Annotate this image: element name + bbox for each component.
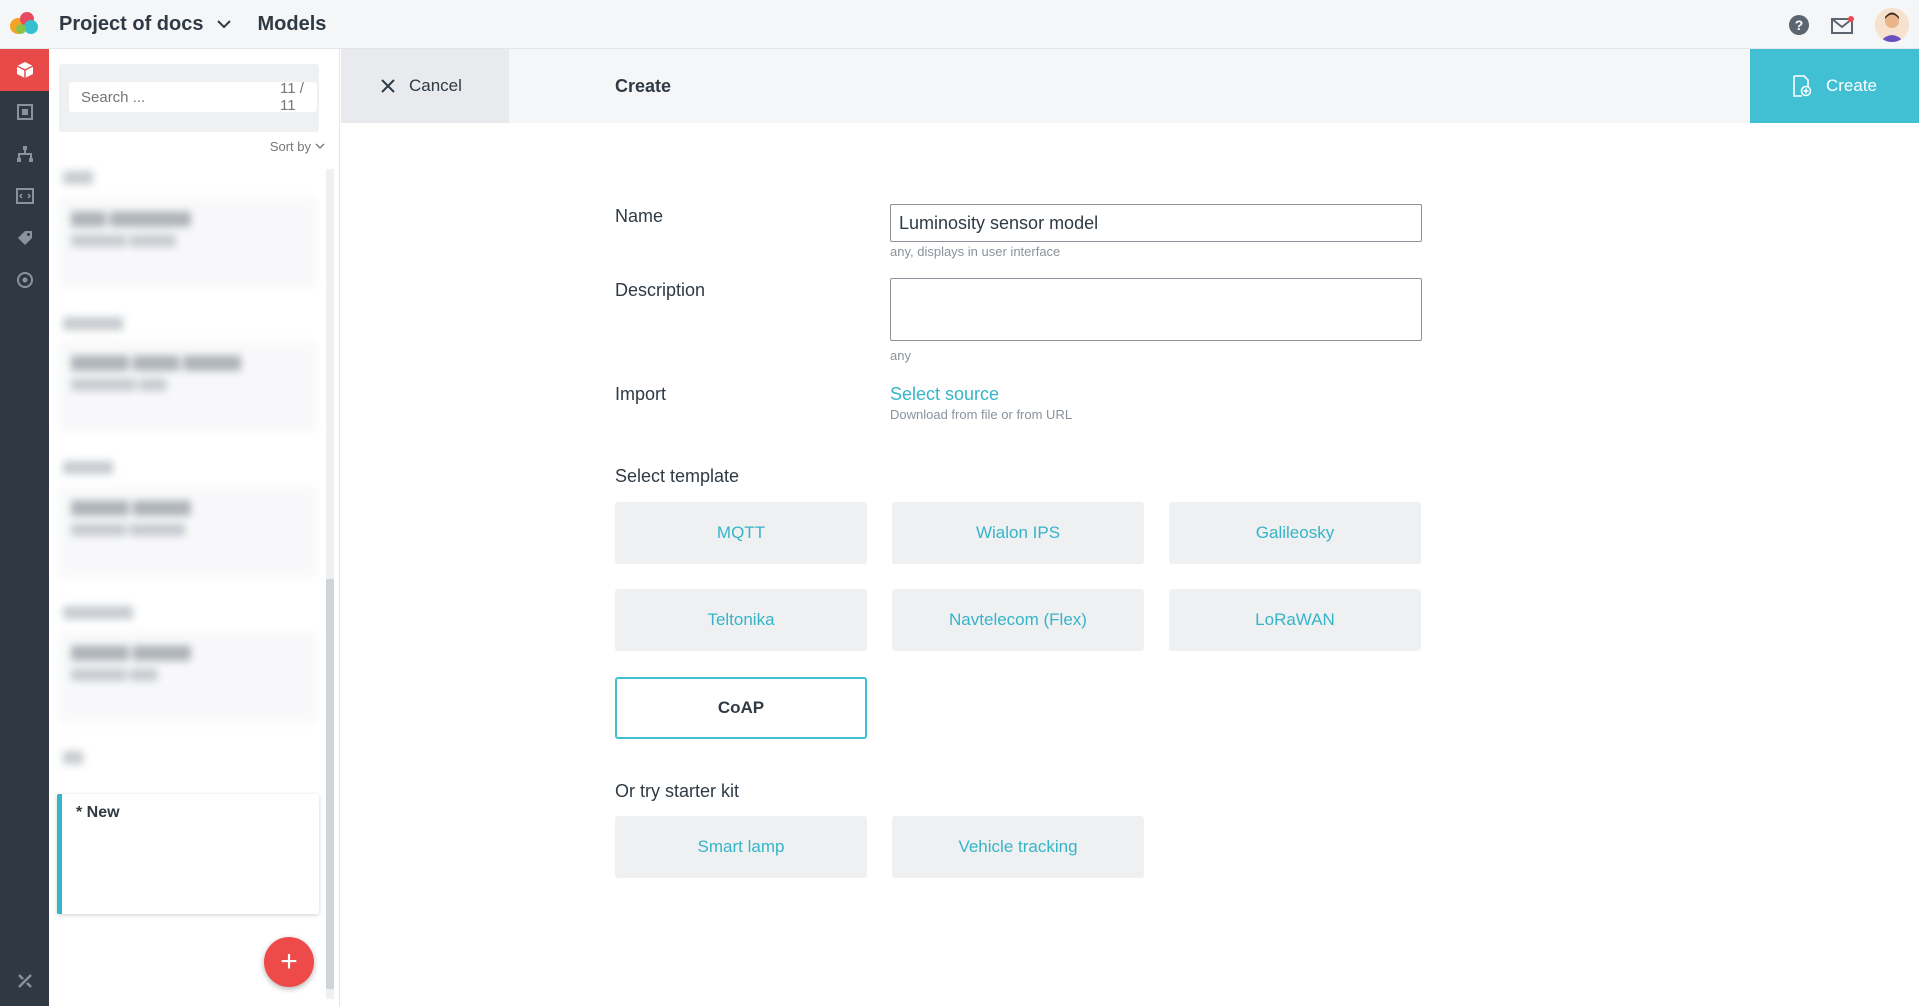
sort-by-label: Sort by bbox=[269, 139, 311, 154]
select-template-label: Select template bbox=[615, 466, 740, 486]
rail-item-tags[interactable] bbox=[0, 217, 49, 259]
top-bar: Project of docs Models ? bbox=[0, 0, 1919, 49]
import-hint: Download from file or from URL bbox=[890, 407, 1073, 422]
select-source-link[interactable]: Select source bbox=[890, 384, 999, 405]
app-logo[interactable] bbox=[4, 4, 44, 44]
starter-smart-lamp-button[interactable]: Smart lamp bbox=[615, 816, 867, 878]
chevron-down-icon[interactable] bbox=[215, 15, 233, 33]
rail-item-hierarchy[interactable] bbox=[0, 133, 49, 175]
close-icon bbox=[381, 79, 395, 93]
search-input[interactable] bbox=[81, 88, 280, 106]
rail-item-tools[interactable] bbox=[0, 966, 49, 996]
search-count: 11 / 11 bbox=[280, 80, 304, 114]
chevron-down-icon bbox=[315, 143, 325, 149]
help-icon[interactable]: ? bbox=[1787, 13, 1811, 37]
description-label: Description bbox=[615, 280, 706, 300]
left-rail bbox=[0, 49, 49, 1006]
template-lorawan-button[interactable]: LoRaWAN bbox=[1169, 589, 1421, 651]
starter-vehicle-tracking-button[interactable]: Vehicle tracking bbox=[892, 816, 1144, 878]
new-item-title: * New bbox=[76, 804, 120, 821]
code-icon bbox=[15, 188, 34, 204]
svg-text:?: ? bbox=[1795, 17, 1804, 33]
starter-kit-label: Or try starter kit bbox=[615, 781, 740, 801]
template-galileosky-button[interactable]: Galileosky bbox=[1169, 502, 1421, 564]
name-label: Name bbox=[615, 206, 664, 226]
search-box[interactable]: 11 / 11 bbox=[69, 80, 317, 114]
create-button[interactable]: Create bbox=[1750, 49, 1919, 123]
search-container: 11 / 11 bbox=[59, 64, 319, 132]
name-input[interactable] bbox=[891, 205, 1421, 241]
rail-item-settings[interactable] bbox=[0, 259, 49, 301]
action-bar: Cancel Create Create bbox=[341, 49, 1919, 123]
rail-item-devices[interactable] bbox=[0, 91, 49, 133]
devices-icon bbox=[16, 104, 33, 120]
scrollbar-thumb[interactable] bbox=[326, 579, 334, 989]
cancel-button[interactable]: Cancel bbox=[341, 49, 509, 123]
tools-icon bbox=[17, 974, 32, 988]
sort-by-button[interactable]: Sort by bbox=[270, 139, 325, 154]
list-item-new[interactable]: * New bbox=[57, 794, 319, 914]
template-mqtt-button[interactable]: MQTT bbox=[615, 502, 867, 564]
mail-icon[interactable] bbox=[1831, 13, 1855, 37]
avatar[interactable] bbox=[1875, 7, 1909, 42]
section-title: Models bbox=[257, 12, 327, 35]
models-cube-icon bbox=[16, 62, 33, 78]
settings-globe-icon bbox=[16, 272, 33, 288]
description-input[interactable] bbox=[891, 279, 1421, 340]
import-label: Import bbox=[615, 384, 667, 404]
tag-icon bbox=[17, 231, 32, 245]
add-model-button[interactable]: + bbox=[264, 937, 314, 987]
create-label: Create bbox=[1825, 76, 1878, 95]
cancel-label: Cancel bbox=[409, 76, 462, 95]
template-navtelecom-button[interactable]: Navtelecom (Flex) bbox=[892, 589, 1144, 651]
description-hint: any bbox=[890, 348, 911, 363]
description-field-wrap[interactable] bbox=[890, 278, 1422, 341]
hierarchy-icon bbox=[16, 146, 33, 162]
template-coap-button[interactable]: CoAP bbox=[615, 677, 867, 739]
rail-item-code[interactable] bbox=[0, 175, 49, 217]
project-title[interactable]: Project of docs bbox=[59, 13, 203, 36]
name-hint: any, displays in user interface bbox=[890, 244, 1061, 259]
name-field-wrap[interactable] bbox=[890, 204, 1422, 242]
plus-icon: + bbox=[280, 945, 298, 978]
rail-item-models[interactable] bbox=[0, 49, 49, 91]
page-title: Create bbox=[615, 75, 672, 96]
create-doc-icon bbox=[1793, 75, 1812, 97]
template-teltonika-button[interactable]: Teltonika bbox=[615, 589, 867, 651]
model-list-panel: 11 / 11 Sort by ▇▇▇ ▇▇▇ ▇▇▇▇▇▇▇▇▇▇▇▇▇ ▇▇… bbox=[49, 49, 340, 1006]
template-wialon-ips-button[interactable]: Wialon IPS bbox=[892, 502, 1144, 564]
